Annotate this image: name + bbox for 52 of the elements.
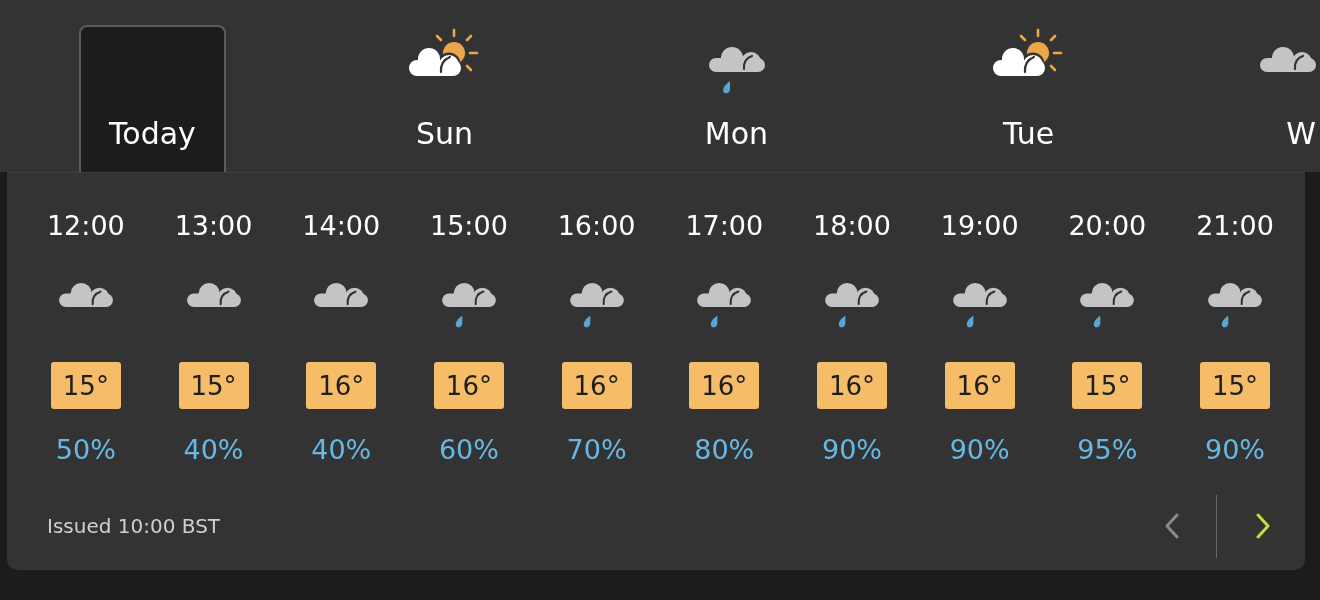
hour-time: 13:00 [174, 210, 253, 242]
sun-behind-cloud-icon [408, 28, 481, 76]
temperature-badge: 15° [50, 362, 121, 409]
rain-cloud-icon [441, 283, 496, 328]
hour-time: 16:00 [557, 210, 636, 242]
rain-cloud-icon [952, 283, 1007, 328]
hour-time: 18:00 [813, 210, 891, 242]
rain-chance: 60% [438, 434, 499, 466]
rain-cloud-icon [824, 283, 879, 328]
cloud-icon [58, 283, 113, 307]
hour-time: 12:00 [46, 210, 125, 242]
rain-chance: 50% [55, 434, 116, 466]
chevron-left-icon [1165, 513, 1179, 539]
cloud-icon [186, 283, 241, 307]
day-tab[interactable]: Today [79, 25, 226, 172]
temperature-badge: 16° [306, 362, 377, 409]
issued-time: Issued 10:00 BST [47, 514, 221, 538]
rain-cloud-icon [697, 283, 752, 328]
sun-behind-cloud-icon [992, 28, 1065, 76]
day-tab[interactable]: Sun [371, 25, 518, 172]
rain-chance: 90% [821, 434, 882, 466]
temperature-badge: 16° [689, 362, 760, 409]
temperature-badge: 15° [1200, 362, 1271, 409]
rain-chance: 90% [949, 434, 1010, 466]
cloud-icon [314, 283, 369, 307]
rain-cloud-icon [1208, 283, 1263, 328]
chevron-right-icon [1256, 513, 1270, 539]
hour-time: 15:00 [430, 210, 508, 242]
temperature-badge: 15° [1072, 362, 1143, 409]
rain-chance: 40% [183, 434, 244, 466]
temperature-badge: 16° [433, 362, 504, 409]
rain-chance: 80% [694, 434, 755, 466]
hour-time: 19:00 [940, 210, 1019, 242]
temperature-badge: 15° [178, 362, 249, 409]
temperature-badge: 16° [816, 362, 887, 409]
rain-chance: 90% [1205, 434, 1266, 466]
day-tab[interactable]: W [1247, 25, 1320, 172]
rain-chance: 70% [566, 434, 627, 466]
rain-cloud-icon [708, 47, 765, 94]
hour-time: 21:00 [1196, 210, 1274, 242]
hour-time: 17:00 [685, 210, 764, 242]
rain-chance: 95% [1077, 434, 1138, 466]
rain-cloud-icon [569, 283, 624, 328]
cloud-icon [1260, 47, 1316, 72]
hour-time: 14:00 [302, 210, 381, 242]
temperature-badge: 16° [944, 362, 1015, 409]
temperature-badge: 16° [561, 362, 632, 409]
hour-time: 20:00 [1068, 210, 1147, 242]
rain-cloud-icon [1080, 283, 1135, 328]
day-tab[interactable]: Mon [663, 25, 810, 172]
rain-chance: 40% [311, 434, 372, 466]
day-tab[interactable]: Tue [955, 25, 1102, 172]
